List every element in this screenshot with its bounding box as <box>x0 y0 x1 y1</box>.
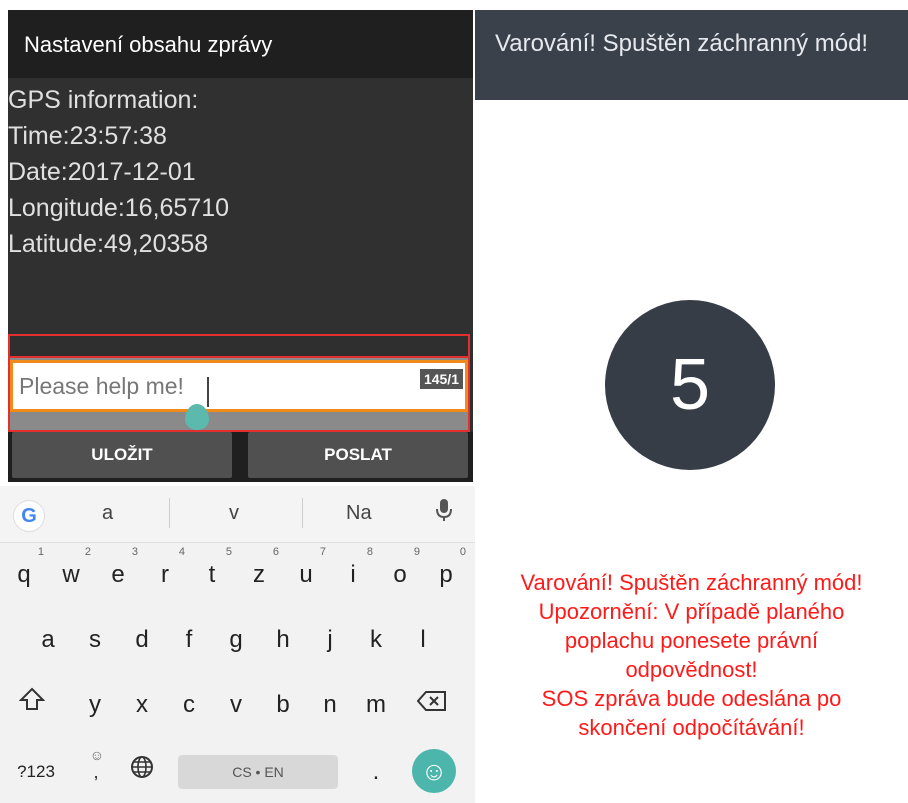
message-input-area: Please help me! 145/1 <box>8 356 470 432</box>
space-bar[interactable]: CS • EN <box>178 755 338 789</box>
warning-line: skončení odpočítávání! <box>578 715 805 740</box>
symbols-key[interactable]: ?123 <box>10 750 62 794</box>
page-title: Nastavení obsahu zprávy <box>24 32 273 57</box>
key-p[interactable]: p0 <box>428 546 466 597</box>
countdown-circle: 5 <box>605 300 775 470</box>
suggestion[interactable]: Na <box>346 502 372 525</box>
cursor-handle-icon[interactable] <box>185 404 209 430</box>
suggestion[interactable]: v <box>229 502 239 525</box>
key-c[interactable]: c <box>171 683 207 727</box>
key-a[interactable]: a <box>30 618 66 662</box>
text-caret <box>207 377 209 407</box>
key-n[interactable]: n <box>312 683 348 727</box>
gps-line: Latitude:49,20358 <box>8 230 209 258</box>
key-l[interactable]: l <box>405 618 441 662</box>
right-screen: Varování! Spuštěn záchranný mód! 5 Varov… <box>475 0 908 803</box>
shift-icon[interactable] <box>14 683 50 727</box>
warning-line: poplachu ponesete právní <box>564 628 819 653</box>
emoji-icon[interactable]: ☺ <box>412 749 456 793</box>
rescue-mode-app-bar: Varování! Spuštěn záchranný mód! <box>475 10 908 100</box>
rescue-mode-title: Varování! Spuštěn záchranný mód! <box>495 30 869 57</box>
send-button[interactable]: POSLAT <box>248 432 468 478</box>
key-i[interactable]: i8 <box>335 546 373 597</box>
warning-line: odpovědnost! <box>625 657 758 682</box>
key-e[interactable]: e3 <box>100 546 138 597</box>
key-x[interactable]: x <box>124 683 160 727</box>
key-z[interactable]: z6 <box>241 546 279 597</box>
key-v[interactable]: v <box>218 683 254 727</box>
app-bar: Nastavení obsahu zprávy <box>8 10 473 78</box>
left-screen: Nastavení obsahu zprávy GPS information:… <box>0 0 475 803</box>
key-y[interactable]: y <box>77 683 113 727</box>
key-g[interactable]: g <box>218 618 254 662</box>
divider <box>302 498 303 528</box>
key-f[interactable]: f <box>171 618 207 662</box>
key-t[interactable]: t5 <box>194 546 232 597</box>
google-icon[interactable]: G <box>13 500 45 532</box>
key-u[interactable]: u7 <box>288 546 326 597</box>
key-m[interactable]: m <box>358 683 394 727</box>
globe-icon[interactable] <box>124 750 160 794</box>
warning-line: SOS zpráva bude odeslána po <box>541 686 842 711</box>
key-d[interactable]: d <box>124 618 160 662</box>
suggestion-strip: G a v Na <box>0 486 475 543</box>
message-input[interactable]: Please help me! 145/1 <box>10 360 468 412</box>
microphone-icon[interactable] <box>436 498 452 528</box>
emoji-comma-key[interactable]: , ☺ <box>78 748 114 794</box>
key-r[interactable]: r4 <box>147 546 185 597</box>
key-q[interactable]: q1 <box>6 546 44 597</box>
suggestion[interactable]: a <box>102 502 113 525</box>
keyboard: q1 w2 e3 r4 t5 z6 u7 i8 o9 p0 a s d f g … <box>0 543 475 803</box>
warning-text: Varování! Spuštěn záchranný mód! Upozorn… <box>475 568 908 742</box>
warning-line: Varování! Spuštěn záchranný mód! <box>520 570 863 595</box>
key-k[interactable]: k <box>358 618 394 662</box>
divider <box>169 498 170 528</box>
button-row: ULOŽIT POSLAT <box>8 432 473 482</box>
character-counter: 145/1 <box>419 369 463 389</box>
period-key[interactable]: . <box>358 750 394 794</box>
save-button[interactable]: ULOŽIT <box>12 432 232 478</box>
key-w[interactable]: w2 <box>53 546 91 597</box>
warning-line: Upozornění: V případě planého <box>538 599 845 624</box>
key-s[interactable]: s <box>77 618 113 662</box>
gps-info: GPS information: Time:23:57:38 Date:2017… <box>8 82 229 262</box>
message-input-value[interactable]: Please help me! <box>19 373 184 400</box>
gps-line: Date:2017-12-01 <box>8 158 196 186</box>
key-j[interactable]: j <box>312 618 348 662</box>
key-o[interactable]: o9 <box>382 546 420 597</box>
gps-line: Longitude:16,65710 <box>8 194 230 222</box>
gps-line: GPS information: <box>8 86 199 114</box>
key-h[interactable]: h <box>265 618 301 662</box>
gps-line: Time:23:57:38 <box>8 122 167 150</box>
backspace-icon[interactable] <box>414 683 450 727</box>
highlight-strip <box>8 334 470 356</box>
key-b[interactable]: b <box>265 683 301 727</box>
